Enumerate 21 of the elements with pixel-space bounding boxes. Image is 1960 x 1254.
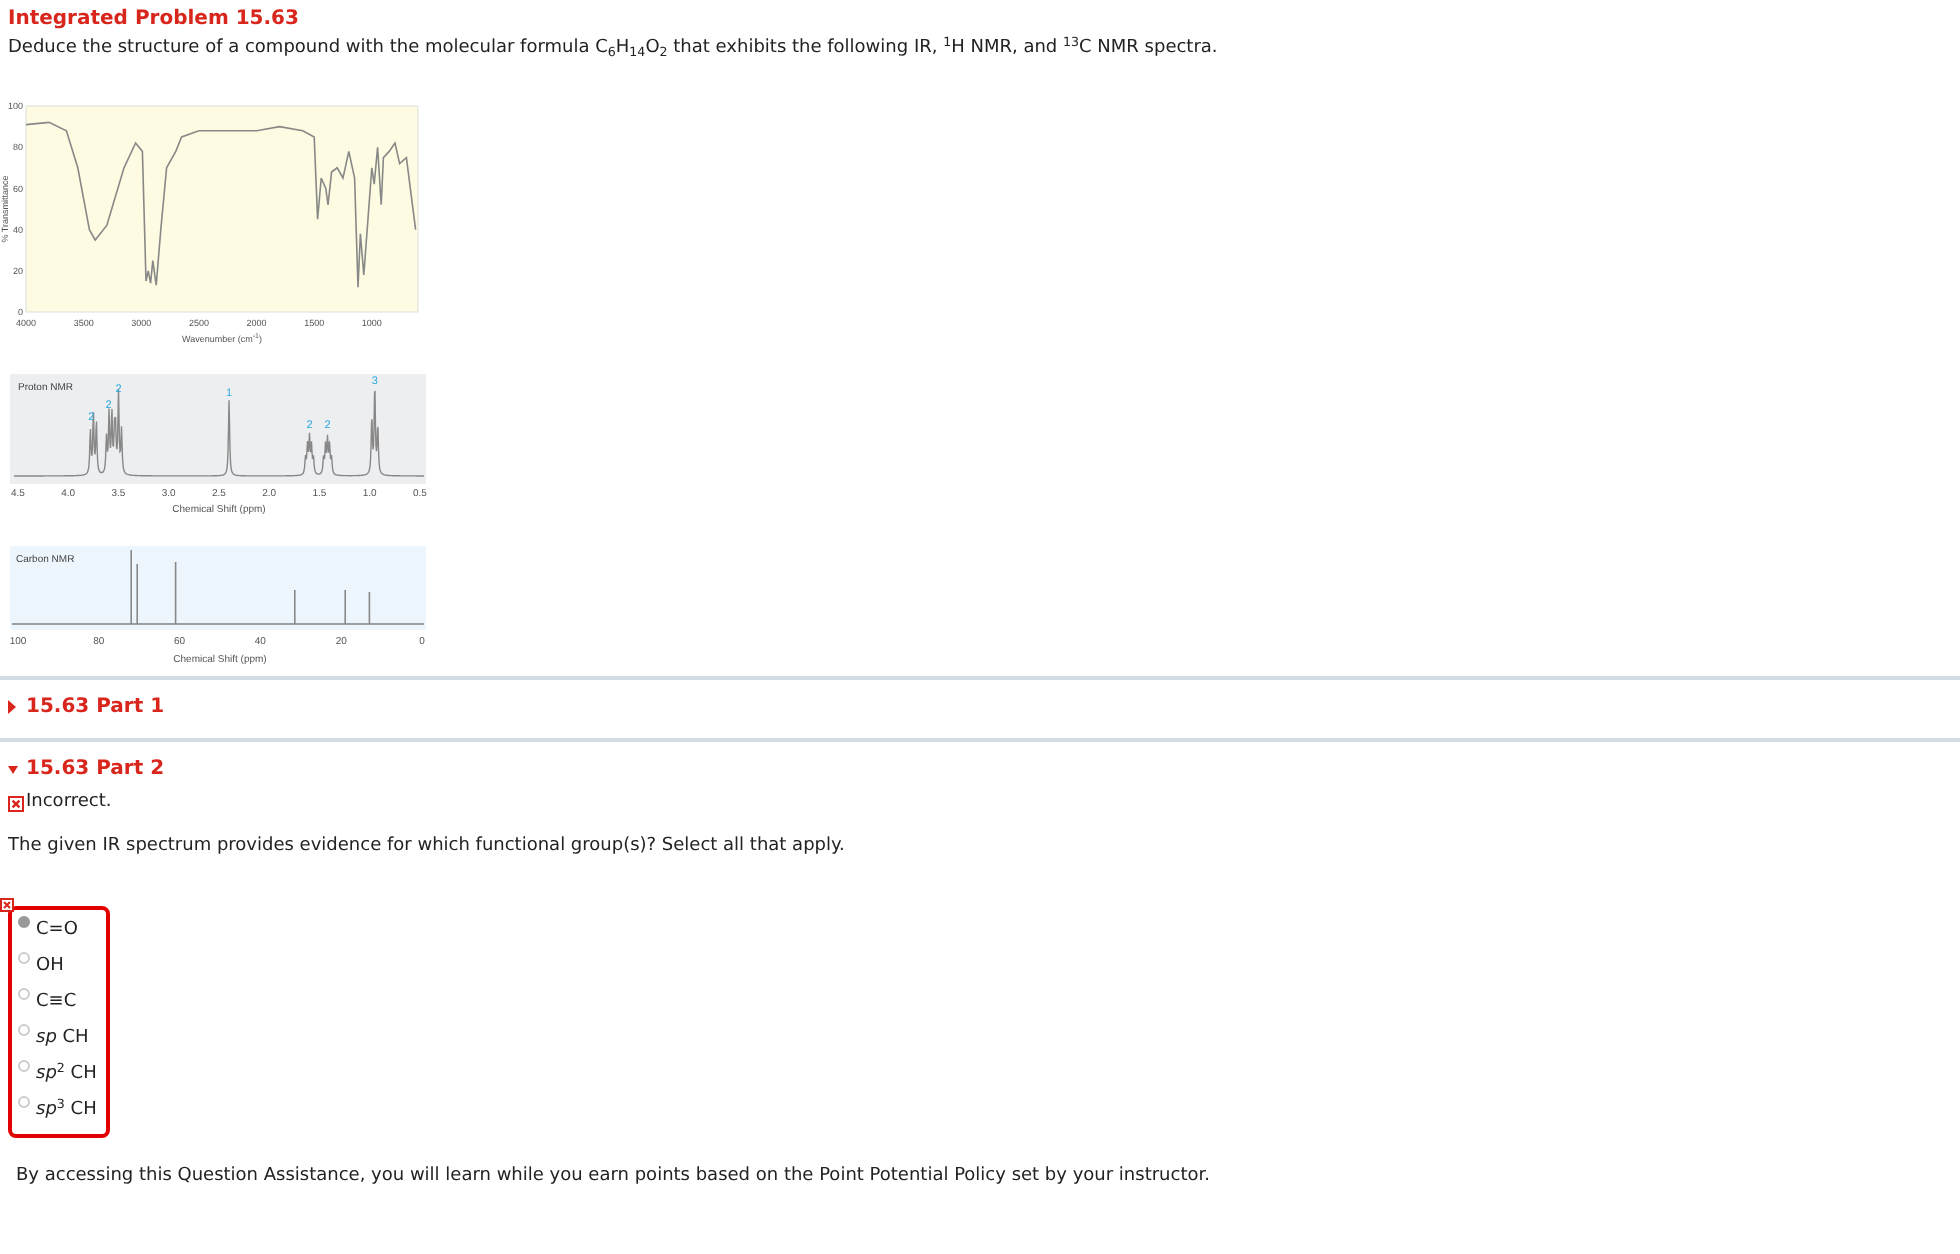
radio-button[interactable] — [18, 1095, 30, 1108]
radio-button[interactable] — [18, 1023, 30, 1036]
error-icon — [0, 897, 14, 912]
option-label: sp$^{2}$ CH — [36, 1063, 97, 1086]
problem-text: Deduce the structure of a compound with the molecular formula C$_{6}$H$_{14}$O$_{2}$ that exhibits the following IR, $^{1}$H NMR, and $^{13}$C NMR spectra. — [8, 38, 1220, 60]
error-icon — [8, 795, 24, 812]
option-label: OH — [36, 955, 64, 978]
option-label: sp$^{3}$ CH — [36, 1099, 97, 1122]
option-label: C≡C — [36, 991, 77, 1014]
radio-button[interactable] — [18, 951, 30, 964]
footer-text: By accessing this Question Assistance, you will learn while you earn points based on the Point Potential Policy set by your instructor. — [16, 1165, 1212, 1188]
part-toggle[interactable]: 15.63 Part 2 — [8, 758, 165, 783]
feedback-text: Incorrect. — [26, 792, 112, 815]
option-label: sp CH — [36, 1027, 89, 1050]
problem-title: Integrated Problem 15.63 — [8, 8, 301, 32]
radio-button[interactable] — [18, 915, 30, 928]
radio-button[interactable] — [18, 987, 30, 1000]
radio-button[interactable] — [18, 1059, 30, 1072]
question-text: The given IR spectrum provides evidence for which functional group(s)? Select all that apply. — [8, 836, 847, 858]
part-toggle[interactable]: 15.63 Part 1 — [8, 695, 165, 720]
option-label: C=O — [36, 919, 78, 942]
